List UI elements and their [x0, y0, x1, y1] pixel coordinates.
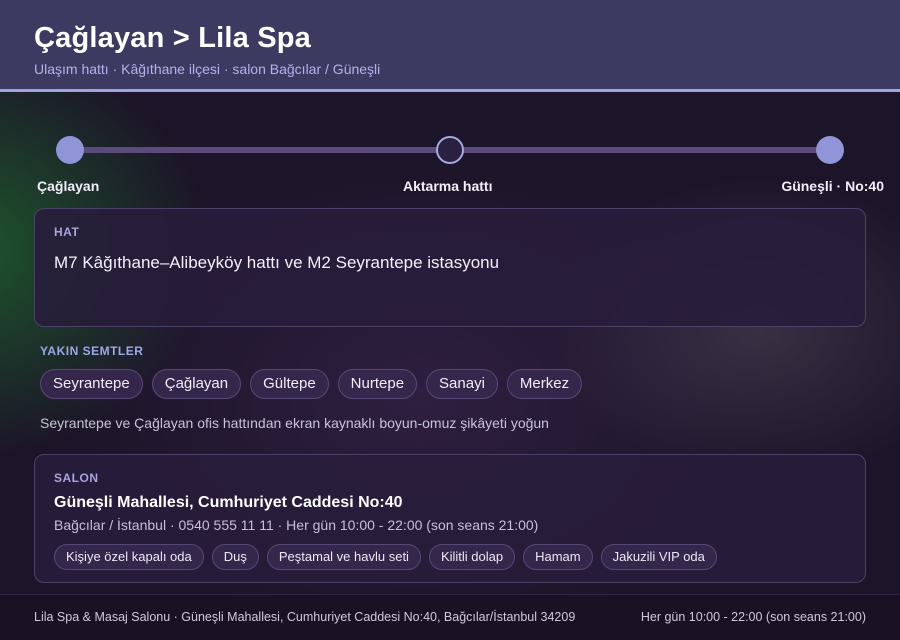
districts-note: Seyrantepe ve Çağlayan ofis hattından ek…	[40, 415, 549, 431]
route-step-start-label: Çağlayan	[37, 178, 100, 194]
district-chip[interactable]: Merkez	[506, 369, 583, 399]
route-node-start	[56, 136, 84, 164]
page-footer: Lila Spa & Masaj Salonu · Güneşli Mahall…	[0, 594, 900, 640]
nearby-districts-label: YAKIN SEMTLER	[40, 344, 144, 358]
nearby-districts-list: Seyrantepe Çağlayan Gültepe Nurtepe Sana…	[40, 369, 583, 399]
salon-card-label: SALON	[54, 471, 99, 485]
amenity-tag: Jakuzili VIP oda	[600, 544, 717, 570]
line-card-value: M7 Kâğıthane–Alibeyköy hattı ve M2 Seyra…	[54, 253, 500, 272]
salon-address: Güneşli Mahallesi, Cumhuriyet Caddesi No…	[54, 494, 403, 511]
amenity-tag: Kilitli dolap	[428, 544, 516, 570]
amenity-tag: Peştamal ve havlu seti	[266, 544, 421, 570]
page-subtitle: Ulaşım hattı · Kâğıthane ilçesi · salon …	[34, 61, 381, 77]
footer-address: Lila Spa & Masaj Salonu · Güneşli Mahall…	[34, 610, 576, 624]
page-header: Çağlayan > Lila Spa Ulaşım hattı · Kâğıt…	[0, 0, 900, 92]
route-step-end-label: Güneşli · No:40	[781, 178, 884, 194]
district-chip[interactable]: Nurtepe	[337, 369, 418, 399]
route-step-transfer-label: Aktarma hattı	[403, 178, 493, 194]
line-card: HAT M7 Kâğıthane–Alibeyköy hattı ve M2 S…	[34, 208, 866, 327]
amenity-list: Kişiye özel kapalı oda Duş Peştamal ve h…	[54, 544, 717, 570]
route-progress: Çağlayan Aktarma hattı Güneşli · No:40	[0, 130, 900, 200]
salon-contact-hours: Bağcılar / İstanbul · 0540 555 11 11 · H…	[54, 517, 539, 533]
district-chip[interactable]: Çağlayan	[151, 369, 242, 399]
district-chip[interactable]: Gültepe	[250, 369, 329, 399]
page-title: Çağlayan > Lila Spa	[34, 22, 311, 54]
line-card-label: HAT	[54, 225, 80, 239]
route-node-transfer	[436, 136, 464, 164]
amenity-tag: Duş	[211, 544, 259, 570]
amenity-tag: Kişiye özel kapalı oda	[54, 544, 204, 570]
salon-card: SALON Güneşli Mahallesi, Cumhuriyet Cadd…	[34, 454, 866, 583]
district-chip[interactable]: Seyrantepe	[40, 369, 143, 399]
amenity-tag: Hamam	[523, 544, 593, 570]
footer-hours: Her gün 10:00 - 22:00 (son seans 21:00)	[640, 610, 866, 624]
district-chip[interactable]: Sanayi	[426, 369, 498, 399]
route-node-end	[816, 136, 844, 164]
